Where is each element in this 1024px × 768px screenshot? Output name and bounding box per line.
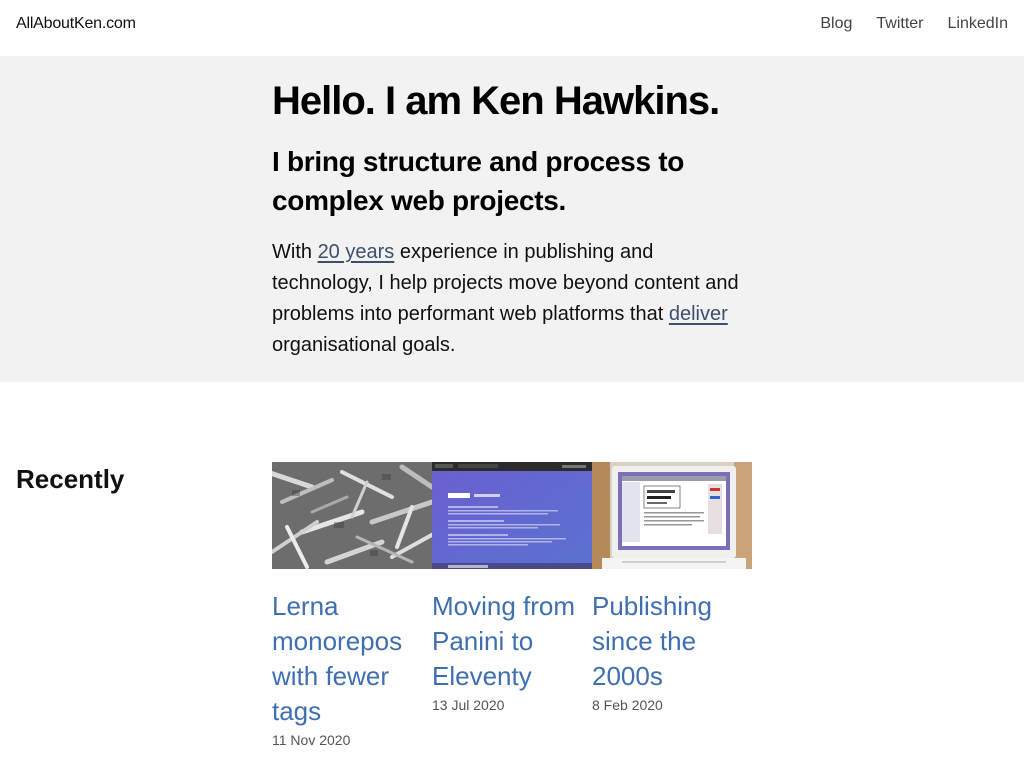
recently-heading: Recently xyxy=(16,464,125,494)
hero-section: Hello. I am Ken Hawkins. I bring structu… xyxy=(0,56,1024,382)
post-date: 11 Nov 2020 xyxy=(272,732,351,748)
hero-content: Hello. I am Ken Hawkins. I bring structu… xyxy=(272,76,762,361)
post-card: Lerna monorepos with fewer tags 11 Nov 2… xyxy=(272,462,432,748)
hero-heading: Hello. I am Ken Hawkins. xyxy=(272,79,720,123)
post-title-link[interactable]: Publishing since the 2000s xyxy=(592,589,752,694)
nav-twitter-link[interactable]: Twitter xyxy=(876,15,923,33)
deliver-link[interactable]: deliver xyxy=(669,303,728,325)
hero-subheading: I bring structure and process to complex… xyxy=(272,146,685,216)
post-thumbnail-shredded-paper[interactable] xyxy=(272,462,432,569)
website-screenshot-image xyxy=(432,462,592,569)
intro-text-3: organisational goals. xyxy=(272,334,456,356)
intro-text-1: With xyxy=(272,241,318,263)
hero-intro: With 20 years experience in publishing a… xyxy=(272,237,752,361)
years-link[interactable]: 20 years xyxy=(318,241,395,263)
recent-posts-list: Lerna monorepos with fewer tags 11 Nov 2… xyxy=(272,462,752,748)
old-laptop-image xyxy=(592,462,752,569)
post-card: Moving from Panini to Eleventy 13 Jul 20… xyxy=(432,462,592,748)
post-date: 8 Feb 2020 xyxy=(592,697,663,713)
post-title-link[interactable]: Moving from Panini to Eleventy xyxy=(432,589,592,694)
site-header: AllAboutKen.com Blog Twitter LinkedIn xyxy=(0,0,1024,56)
post-thumbnail-old-laptop[interactable] xyxy=(592,462,752,569)
nav-blog-link[interactable]: Blog xyxy=(820,15,852,33)
post-title-link[interactable]: Lerna monorepos with fewer tags xyxy=(272,589,432,729)
site-title-link[interactable]: AllAboutKen.com xyxy=(16,15,136,33)
main-nav: Blog Twitter LinkedIn xyxy=(820,15,1008,33)
post-card: Publishing since the 2000s 8 Feb 2020 xyxy=(592,462,752,748)
post-thumbnail-website-screenshot[interactable] xyxy=(432,462,592,569)
nav-linkedin-link[interactable]: LinkedIn xyxy=(948,15,1009,33)
shredded-paper-image xyxy=(272,462,432,569)
post-date: 13 Jul 2020 xyxy=(432,697,505,713)
